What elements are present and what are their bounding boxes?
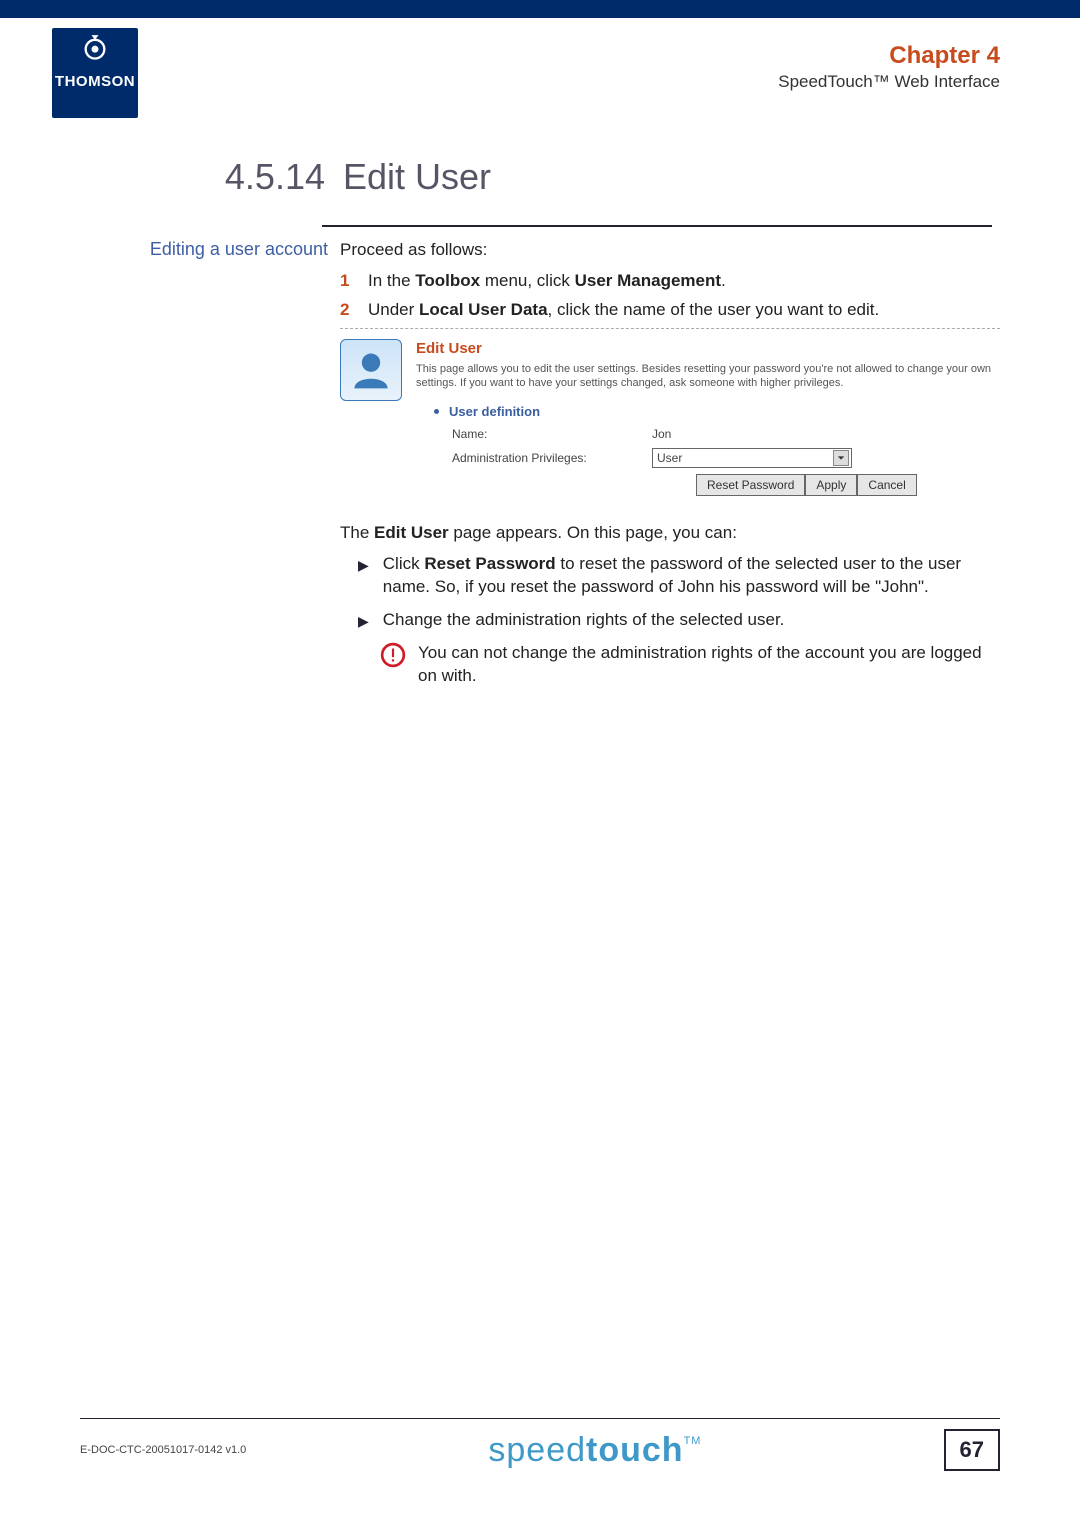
after-screenshot: The Edit User page appears. On this page… xyxy=(340,522,1000,688)
chevron-right-icon: ▶ xyxy=(358,556,369,575)
result-text: The Edit User page appears. On this page… xyxy=(340,522,1000,545)
thomson-logo-icon xyxy=(81,34,109,62)
chapter-subtitle: SpeedTouch™ Web Interface xyxy=(778,72,1000,92)
capability-item: ▶ Click Reset Password to reset the pass… xyxy=(358,553,1000,599)
bullet-icon xyxy=(434,409,439,414)
top-bar xyxy=(0,0,1080,18)
capabilities-list: ▶ Click Reset Password to reset the pass… xyxy=(358,553,1000,632)
person-icon xyxy=(349,348,393,392)
screenshot-title: Edit User xyxy=(416,339,1000,359)
section-name: Edit User xyxy=(343,156,491,197)
brand-logo: speedtouchTM xyxy=(488,1431,701,1470)
step-2: 2 Under Local User Data, click the name … xyxy=(340,299,1000,322)
step-text: Under Local User Data, click the name of… xyxy=(368,299,1000,322)
capability-text: Click Reset Password to reset the passwo… xyxy=(383,553,1000,599)
section-title: 4.5.14 Edit User xyxy=(205,156,491,198)
privileges-select[interactable]: User xyxy=(652,448,852,468)
user-definition-row: User definition xyxy=(434,403,1000,421)
warning-icon xyxy=(380,642,406,668)
step-text: In the Toolbox menu, click User Manageme… xyxy=(368,270,1000,293)
button-row: Reset Password Apply Cancel xyxy=(696,474,1000,496)
step-1: 1 In the Toolbox menu, click User Manage… xyxy=(340,270,1000,293)
user-definition-label: User definition xyxy=(449,403,540,421)
warning-text: You can not change the administration ri… xyxy=(418,642,1000,688)
name-label: Name: xyxy=(452,426,652,442)
capability-item: ▶ Change the administration rights of th… xyxy=(358,609,1000,632)
margin-label: Editing a user account xyxy=(128,239,328,260)
chapter-label: Chapter 4 xyxy=(778,42,1000,70)
section-number: 4.5.14 xyxy=(205,156,325,198)
name-value: Jon xyxy=(652,426,671,442)
document-id: E-DOC-CTC-20051017-0142 v1.0 xyxy=(80,1444,246,1456)
step-number: 1 xyxy=(340,270,368,293)
screenshot-panel: Edit User This page allows you to edit t… xyxy=(340,328,1000,497)
warning-row: You can not change the administration ri… xyxy=(380,642,1000,688)
page-header-right: Chapter 4 SpeedTouch™ Web Interface xyxy=(778,42,1000,92)
definition-table: Name: Jon Administration Privileges: Use… xyxy=(452,426,1000,496)
steps-list: 1 In the Toolbox menu, click User Manage… xyxy=(340,270,1000,322)
cancel-button[interactable]: Cancel xyxy=(857,474,916,496)
reset-password-button[interactable]: Reset Password xyxy=(696,474,805,496)
step-number: 2 xyxy=(340,299,368,322)
capability-text: Change the administration rights of the … xyxy=(383,609,785,632)
chevron-right-icon: ▶ xyxy=(358,612,369,631)
privileges-value: User xyxy=(657,450,682,466)
intro-text: Proceed as follows: xyxy=(340,239,1000,262)
logo-text: THOMSON xyxy=(52,73,138,90)
privileges-label: Administration Privileges: xyxy=(452,450,652,466)
thomson-logo: THOMSON xyxy=(52,28,138,118)
chevron-down-icon xyxy=(833,450,849,466)
apply-button[interactable]: Apply xyxy=(805,474,857,496)
user-icon xyxy=(340,339,402,401)
screenshot-desc: This page allows you to edit the user se… xyxy=(416,363,1000,391)
body-content: Proceed as follows: 1 In the Toolbox men… xyxy=(340,239,1000,688)
page-number: 67 xyxy=(944,1429,1000,1471)
divider xyxy=(322,225,992,227)
page-footer: E-DOC-CTC-20051017-0142 v1.0 speedtouchT… xyxy=(0,1418,1080,1488)
